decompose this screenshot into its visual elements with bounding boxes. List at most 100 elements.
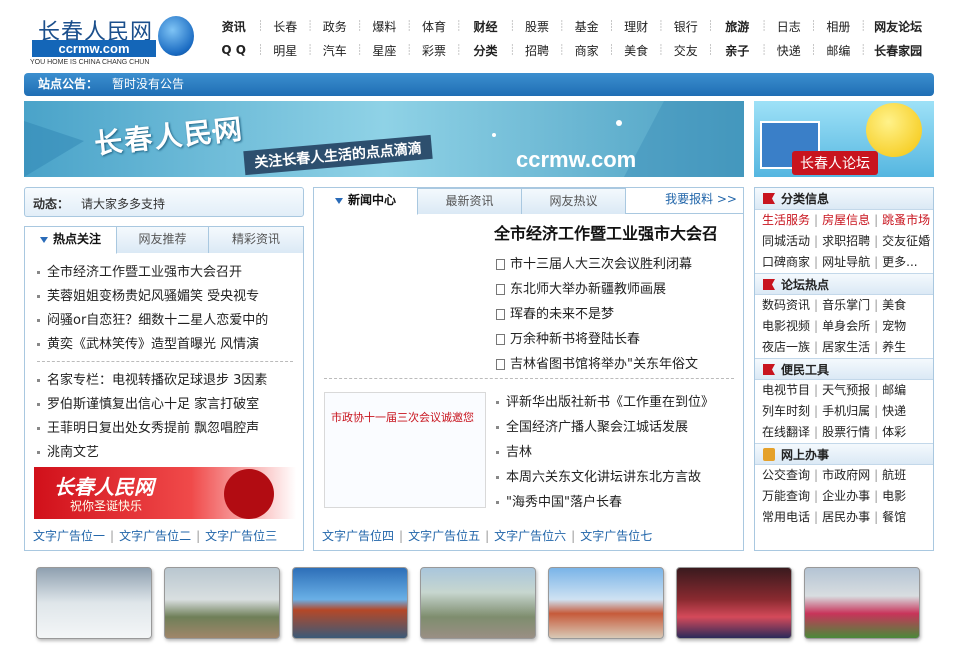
photo-dancers[interactable] bbox=[676, 567, 792, 639]
photo-bridge[interactable] bbox=[292, 567, 408, 639]
sidebar-link[interactable]: 养生 bbox=[882, 340, 906, 354]
sidebar-link[interactable]: 列车时刻 bbox=[762, 404, 810, 418]
sidebar-link[interactable]: 航班 bbox=[882, 468, 906, 482]
list-item[interactable]: 评新华出版社新书《工作重在到位》 bbox=[496, 390, 736, 415]
text-ad-link[interactable]: 文字广告位六 bbox=[494, 529, 566, 543]
sidebar-link[interactable]: 快递 bbox=[882, 404, 906, 418]
sidebar-link[interactable]: 万能查询 bbox=[762, 489, 810, 503]
sidebar-link[interactable]: 电影 bbox=[882, 489, 906, 503]
sidebar-link[interactable]: 夜店一族 bbox=[762, 340, 810, 354]
nav-link[interactable]: 长春家园 bbox=[866, 42, 930, 59]
nav-link[interactable]: 招聘 bbox=[515, 42, 559, 59]
list-item[interactable]: 王菲明日复出处女秀提前 飘忽唱腔声 bbox=[37, 417, 299, 441]
text-ad-link[interactable]: 文字广告位二 bbox=[119, 529, 191, 543]
photo-gate[interactable] bbox=[548, 567, 664, 639]
list-item-link[interactable]: 王菲明日复出处女秀提前 飘忽唱腔声 bbox=[47, 421, 259, 436]
list-item-link[interactable]: "海秀中国"落户长春 bbox=[506, 495, 622, 510]
list-item[interactable]: 名家专栏：电视转播砍足球退步 3因素 bbox=[37, 369, 299, 393]
sidebar-link[interactable]: 天气预报 bbox=[822, 383, 870, 397]
nav-link[interactable]: 明星 bbox=[263, 42, 307, 59]
list-item[interactable]: 市十三届人大三次会议胜利闭幕 bbox=[496, 252, 736, 277]
nav-link[interactable]: 快递 bbox=[767, 42, 811, 59]
list-item[interactable]: 罗伯斯谨慎复出信心十足 家言打破室 bbox=[37, 393, 299, 417]
nav-link[interactable]: 网友论坛 bbox=[866, 18, 930, 35]
text-ad-link[interactable]: 文字广告位五 bbox=[408, 529, 480, 543]
bbs-banner[interactable]: 长春人论坛 bbox=[754, 101, 934, 177]
sidebar-link[interactable]: 手机归属 bbox=[822, 404, 870, 418]
text-ad-link[interactable]: 文字广告位四 bbox=[322, 529, 394, 543]
list-item-link[interactable]: 珲春的未来不是梦 bbox=[510, 307, 614, 322]
text-ad-link[interactable]: 文字广告位七 bbox=[580, 529, 652, 543]
nav-link[interactable]: Q Q bbox=[210, 43, 257, 57]
sidebar-link[interactable]: 数码资讯 bbox=[762, 298, 810, 312]
report-link[interactable]: 我要报料 >> bbox=[665, 190, 737, 207]
list-item[interactable]: "海秀中国"落户长春 bbox=[496, 490, 736, 515]
photo-building[interactable] bbox=[164, 567, 280, 639]
nav-link[interactable]: 相册 bbox=[817, 18, 861, 35]
list-item-link[interactable]: 市十三届人大三次会议胜利闭幕 bbox=[510, 257, 692, 272]
list-item-link[interactable]: 闷骚or自恋狂？细数十二星人恋爱中的 bbox=[47, 313, 268, 328]
sidebar-link[interactable]: 跳蚤市场 bbox=[882, 213, 930, 227]
sidebar-link[interactable]: 常用电话 bbox=[762, 510, 810, 524]
sidebar-link[interactable]: 体彩 bbox=[882, 425, 906, 439]
nav-link[interactable]: 分类 bbox=[462, 42, 509, 59]
list-item-link[interactable]: 吉林 bbox=[506, 445, 532, 460]
photo-snow-park[interactable] bbox=[36, 567, 152, 639]
nav-link[interactable]: 交友 bbox=[664, 42, 708, 59]
sidebar-link[interactable]: 交友征婚 bbox=[882, 234, 930, 248]
sidebar-link[interactable]: 邮编 bbox=[882, 383, 906, 397]
sidebar-link[interactable]: 房屋信息 bbox=[822, 213, 870, 227]
list-item[interactable]: 本周六关东文化讲坛讲东北方言故 bbox=[496, 465, 736, 490]
list-item-link[interactable]: 全国经济广播人聚会江城话发展 bbox=[506, 420, 688, 435]
sidebar-link[interactable]: 宠物 bbox=[882, 319, 906, 333]
sidebar-link[interactable]: 口碑商家 bbox=[762, 255, 810, 269]
text-ad-link[interactable]: 文字广告位三 bbox=[205, 529, 277, 543]
dynamic-text[interactable]: 请大家多多支持 bbox=[81, 195, 165, 212]
notice-text[interactable]: 暂时没有公告 bbox=[112, 73, 184, 96]
nav-link[interactable]: 旅游 bbox=[714, 18, 761, 35]
nav-link[interactable]: 亲子 bbox=[714, 42, 761, 59]
list-item[interactable]: 闷骚or自恋狂？细数十二星人恋爱中的 bbox=[37, 309, 299, 333]
invite-box[interactable]: 市政协十一届三次会议诚邀您 bbox=[324, 392, 486, 508]
list-item[interactable]: 吉林省图书馆将举办"关东年俗文 bbox=[496, 352, 736, 377]
sidebar-link[interactable]: 网址导航 bbox=[822, 255, 870, 269]
list-item[interactable]: 全市经济工作暨工业强市大会召开 bbox=[37, 261, 299, 285]
sidebar-link[interactable]: 在线翻译 bbox=[762, 425, 810, 439]
nav-link[interactable]: 政务 bbox=[313, 18, 357, 35]
sidebar-link[interactable]: 音乐掌门 bbox=[822, 298, 870, 312]
site-logo[interactable]: 长春人民网 ccrmw.com YOU HOME IS CHINA CHANG … bbox=[24, 10, 194, 68]
sidebar-link[interactable]: 电影视频 bbox=[762, 319, 810, 333]
list-item-link[interactable]: 东北师大举办新疆教师画展 bbox=[510, 282, 666, 297]
nav-link[interactable]: 汽车 bbox=[313, 42, 357, 59]
nav-link[interactable]: 商家 bbox=[565, 42, 609, 59]
sidebar-link[interactable]: 居民办事 bbox=[822, 510, 870, 524]
nav-link[interactable]: 财经 bbox=[462, 18, 509, 35]
list-item-link[interactable]: 芙蓉姐姐变杨贵妃风骚媚笑 受央视专 bbox=[47, 289, 259, 304]
sidebar-link[interactable]: 更多... bbox=[882, 255, 917, 269]
nav-link[interactable]: 美食 bbox=[614, 42, 658, 59]
sidebar-link[interactable]: 同城活动 bbox=[762, 234, 810, 248]
tab-recommend[interactable]: 网友推荐 bbox=[117, 227, 209, 253]
sidebar-link[interactable]: 美食 bbox=[882, 298, 906, 312]
list-item[interactable]: 东北师大举办新疆教师画展 bbox=[496, 277, 736, 302]
nav-link[interactable]: 基金 bbox=[565, 18, 609, 35]
nav-link[interactable]: 邮编 bbox=[817, 42, 861, 59]
sidebar-link[interactable]: 居家生活 bbox=[822, 340, 870, 354]
sidebar-link[interactable]: 求职招聘 bbox=[822, 234, 870, 248]
tab-hot[interactable]: 热点关注 bbox=[25, 227, 117, 254]
list-item[interactable]: 黄奕《武林笑传》造型首曝光 风情演 bbox=[37, 333, 299, 357]
tab-discussion[interactable]: 网友热议 bbox=[522, 188, 626, 214]
list-item-link[interactable]: 全市经济工作暨工业强市大会召开 bbox=[47, 265, 242, 280]
sidebar-link[interactable]: 企业办事 bbox=[822, 489, 870, 503]
nav-link[interactable]: 体育 bbox=[412, 18, 456, 35]
sidebar-link[interactable]: 公交查询 bbox=[762, 468, 810, 482]
tab-latest[interactable]: 最新资讯 bbox=[418, 188, 522, 214]
photo-festival[interactable] bbox=[804, 567, 920, 639]
main-banner[interactable]: 长春人民网 关注长春人生活的点点滴滴 ccrmw.com bbox=[24, 101, 744, 177]
nav-link[interactable]: 银行 bbox=[664, 18, 708, 35]
sidebar-link[interactable]: 电视节目 bbox=[762, 383, 810, 397]
list-item-link[interactable]: 名家专栏：电视转播砍足球退步 3因素 bbox=[47, 373, 267, 388]
list-item-link[interactable]: 黄奕《武林笑传》造型首曝光 风情演 bbox=[47, 337, 259, 352]
text-ad-link[interactable]: 文字广告位一 bbox=[33, 529, 105, 543]
list-item[interactable]: 万余种新书将登陆长春 bbox=[496, 327, 736, 352]
